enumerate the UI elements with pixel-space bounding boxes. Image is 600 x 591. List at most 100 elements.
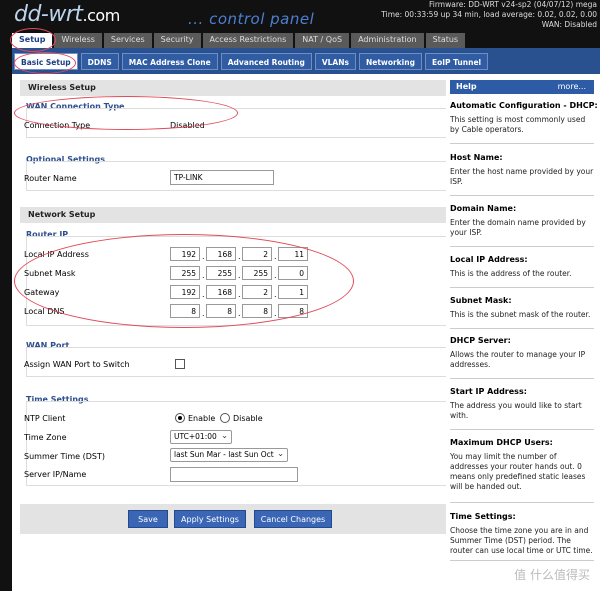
- help-title: Help: [456, 82, 477, 91]
- local-ip-octet-1[interactable]: 192: [170, 247, 200, 261]
- subtab-networking[interactable]: Networking: [358, 53, 422, 70]
- header: dd-wrt.com ... control panel Firmware: D…: [0, 0, 600, 30]
- tab-nat-qos[interactable]: NAT / QoS: [295, 33, 350, 48]
- router-name-input[interactable]: TP-LINK: [170, 170, 274, 185]
- tab-wireless[interactable]: Wireless: [54, 33, 102, 48]
- help-item-text: Enter the domain name provided by your I…: [450, 218, 586, 237]
- control-panel-text: ... control panel: [188, 10, 315, 28]
- help-divider: [450, 195, 594, 196]
- help-item-text: This is the subnet mask of the router.: [450, 310, 591, 319]
- local-dns-label: Local DNS: [24, 307, 65, 316]
- help-divider: [450, 246, 594, 247]
- sub-tabs: Basic Setup DDNS MAC Address Clone Advan…: [14, 53, 489, 70]
- help-item-text: Allows the router to manage your IP addr…: [450, 350, 586, 369]
- help-divider: [450, 502, 594, 503]
- dst-value: last Sun Mar - last Sun Oct: [174, 450, 274, 459]
- chevron-down-icon: ⌄: [221, 431, 228, 440]
- help-divider: [450, 560, 594, 561]
- gateway-label: Gateway: [24, 288, 60, 297]
- local-ip-label: Local IP Address: [24, 250, 89, 259]
- firmware-text: Firmware: DD-WRT v24-sp2 (04/07/12) mega: [429, 0, 597, 9]
- router-name-label: Router Name: [24, 174, 77, 183]
- wan-connection-fieldset: [26, 108, 454, 138]
- help-header: Help more...: [450, 80, 594, 94]
- connection-type-value[interactable]: Disabled: [170, 121, 205, 130]
- help-item-text: The address you would like to start with…: [450, 401, 582, 420]
- dst-select[interactable]: last Sun Mar - last Sun Oct ⌄: [170, 448, 288, 462]
- server-ip-input[interactable]: [170, 467, 298, 482]
- gateway-octet-1[interactable]: 192: [170, 285, 200, 299]
- subtab-mac-clone[interactable]: MAC Address Clone: [121, 53, 218, 70]
- subtab-basic-setup[interactable]: Basic Setup: [14, 53, 78, 70]
- subtab-advanced-routing[interactable]: Advanced Routing: [220, 53, 312, 70]
- help-item-title: Automatic Configuration - DHCP:: [450, 101, 598, 110]
- gateway-octet-4[interactable]: 1: [278, 285, 308, 299]
- help-more-link[interactable]: more...: [558, 82, 586, 91]
- local-ip-octet-4[interactable]: 11: [278, 247, 308, 261]
- subnet-octet-3[interactable]: 255: [242, 266, 272, 280]
- local-ip-octet-3[interactable]: 2: [242, 247, 272, 261]
- tab-administration[interactable]: Administration: [351, 33, 424, 48]
- help-item-text: You may limit the number of addresses yo…: [450, 452, 586, 491]
- ip-dot: .: [274, 252, 277, 261]
- ntp-disable-radio[interactable]: [220, 413, 230, 423]
- gateway-octet-3[interactable]: 2: [242, 285, 272, 299]
- save-button[interactable]: Save: [128, 510, 168, 528]
- subtab-ddns[interactable]: DDNS: [80, 53, 119, 70]
- help-divider: [450, 328, 594, 329]
- subnet-octet-4[interactable]: 0: [278, 266, 308, 280]
- help-divider: [450, 429, 594, 430]
- tab-access-restrictions[interactable]: Access Restrictions: [202, 33, 294, 48]
- time-zone-select[interactable]: UTC+01:00 ⌄: [170, 430, 232, 444]
- watermark: 值 什么值得买: [514, 568, 590, 582]
- subnet-octet-1[interactable]: 255: [170, 266, 200, 280]
- help-item-title: Domain Name:: [450, 204, 517, 213]
- help-item-text: Choose the time zone you are in and Summ…: [450, 526, 593, 555]
- ip-dot: .: [238, 290, 241, 299]
- local-ip-octet-2[interactable]: 168: [206, 247, 236, 261]
- dns-octet-1[interactable]: 8: [170, 304, 200, 318]
- cancel-changes-button[interactable]: Cancel Changes: [254, 510, 332, 528]
- assign-wan-checkbox[interactable]: [175, 359, 185, 369]
- apply-settings-button[interactable]: Apply Settings: [174, 510, 246, 528]
- ip-dot: .: [274, 290, 277, 299]
- help-item-title: Host Name:: [450, 153, 503, 162]
- ntp-enable-label: Enable: [188, 414, 216, 423]
- ntp-client-label: NTP Client: [24, 414, 66, 423]
- ip-dot: .: [202, 271, 205, 280]
- dns-octet-4[interactable]: 8: [278, 304, 308, 318]
- ip-dot: .: [238, 252, 241, 261]
- ip-dot: .: [238, 309, 241, 318]
- help-item-title: Local IP Address:: [450, 255, 528, 264]
- status-info: Firmware: DD-WRT v24-sp2 (04/07/12) mega…: [381, 0, 597, 30]
- subtab-eoip-tunnel[interactable]: EoIP Tunnel: [424, 53, 489, 70]
- help-item-text: Enter the host name provided by your ISP…: [450, 167, 594, 186]
- ip-dot: .: [202, 309, 205, 318]
- subnet-octet-2[interactable]: 255: [206, 266, 236, 280]
- main-content: Wireless Setup WAN Connection Type Conne…: [12, 74, 454, 591]
- main-tabs: Setup Wireless Services Security Access …: [12, 33, 466, 48]
- tab-services[interactable]: Services: [103, 33, 152, 48]
- help-divider: [450, 143, 594, 144]
- network-setup-heading: Network Setup: [20, 207, 452, 223]
- time-zone-label: Time Zone: [24, 433, 67, 442]
- help-item-title: DHCP Server:: [450, 336, 511, 345]
- subnet-mask-label: Subnet Mask: [24, 269, 76, 278]
- ip-dot: .: [274, 271, 277, 280]
- server-ip-label: Server IP/Name: [24, 470, 87, 479]
- gateway-octet-2[interactable]: 168: [206, 285, 236, 299]
- help-item-title: Maximum DHCP Users:: [450, 438, 553, 447]
- help-divider: [450, 378, 594, 379]
- logo: dd-wrt.com: [14, 2, 120, 27]
- ntp-enable-radio[interactable]: [175, 413, 185, 423]
- tab-setup[interactable]: Setup: [12, 33, 53, 48]
- help-divider: [450, 287, 594, 288]
- tab-status[interactable]: Status: [425, 33, 466, 48]
- ip-dot: .: [202, 252, 205, 261]
- dns-octet-3[interactable]: 8: [242, 304, 272, 318]
- dns-octet-2[interactable]: 8: [206, 304, 236, 318]
- ip-dot: .: [202, 290, 205, 299]
- subtab-vlans[interactable]: VLANs: [314, 53, 356, 70]
- wan-status-text: WAN: Disabled: [541, 20, 597, 29]
- tab-security[interactable]: Security: [153, 33, 201, 48]
